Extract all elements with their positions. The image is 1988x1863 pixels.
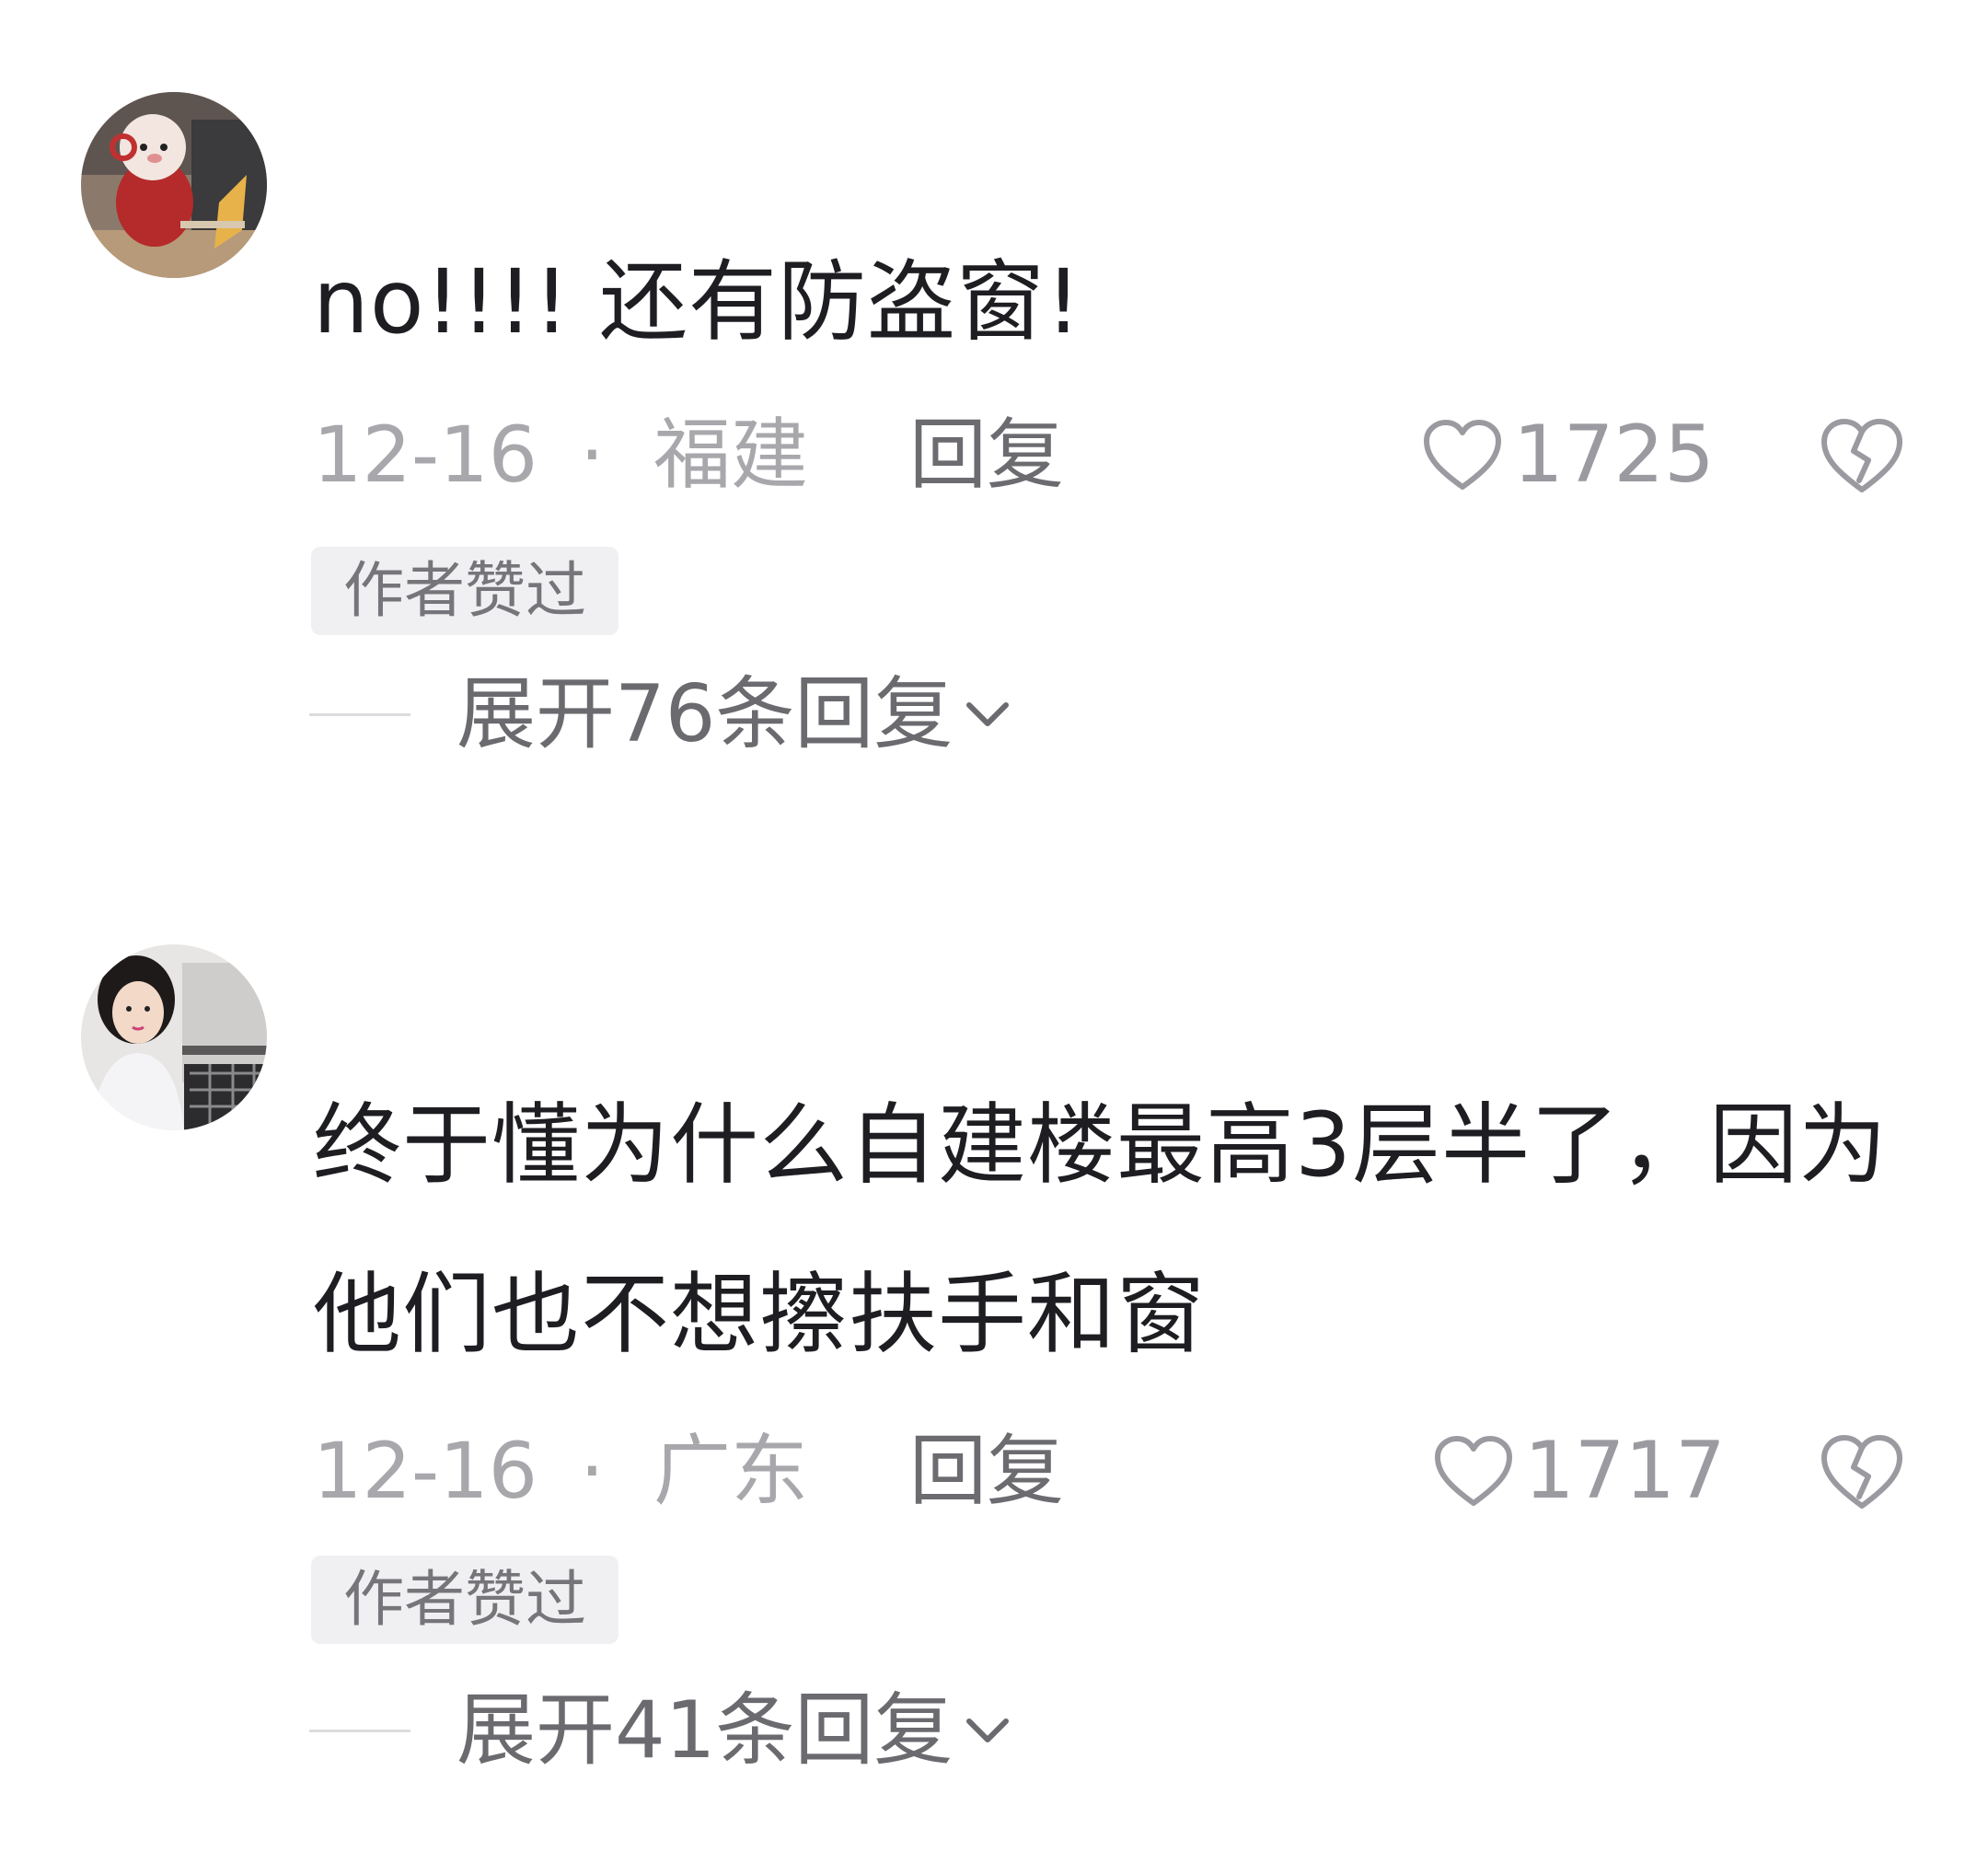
heart-outline-icon [1424, 420, 1501, 490]
broken-heart-icon[interactable] [1819, 1432, 1905, 1511]
like-count: 1717 [1524, 1425, 1726, 1517]
comment-meta: 12-16 · 福建 回复 1725 [313, 399, 1988, 510]
comment-location: 广东 [653, 1426, 809, 1516]
comment-meta: 12-16 · 广东 回复 1717 [313, 1416, 1988, 1526]
expand-replies-label: 展开41条回复 [457, 1684, 954, 1776]
reply-button[interactable]: 回复 [909, 399, 1064, 510]
broken-heart-icon[interactable] [1819, 416, 1905, 495]
heart-outline-icon [1435, 1436, 1512, 1506]
chevron-down-icon [966, 1718, 1010, 1742]
avatar[interactable] [81, 944, 267, 1130]
avatar[interactable] [81, 92, 267, 278]
comment-text: 终于懂为什么自建楼最高3层半了，因为他们也不想擦扶手和窗 [313, 1094, 1889, 1366]
comment-location: 福建 [653, 410, 809, 500]
like-button[interactable]: 1717 [1432, 1421, 1726, 1521]
expand-replies-label: 展开76条回复 [457, 668, 954, 760]
comment-date: 12-16 [313, 1426, 538, 1516]
divider-line [309, 1729, 410, 1732]
divider-line [309, 712, 410, 716]
like-button[interactable]: 1725 [1421, 405, 1715, 504]
expand-replies-button[interactable]: 展开41条回复 [309, 1675, 1015, 1786]
meta-separator: · [580, 410, 605, 500]
chevron-down-icon [966, 702, 1010, 726]
expand-replies-button[interactable]: 展开76条回复 [309, 659, 1015, 770]
avatar-plush-toy-image [81, 92, 267, 278]
meta-separator: · [580, 1426, 605, 1516]
reply-button[interactable]: 回复 [909, 1416, 1064, 1526]
author-liked-badge: 作者赞过 [311, 547, 618, 635]
comment-date: 12-16 [313, 410, 538, 500]
avatar-girl-photo-image [81, 944, 267, 1130]
author-liked-badge: 作者赞过 [311, 1556, 618, 1644]
comment-text: no!!!! 还有防盗窗! [313, 250, 1082, 353]
like-count: 1725 [1513, 409, 1715, 501]
